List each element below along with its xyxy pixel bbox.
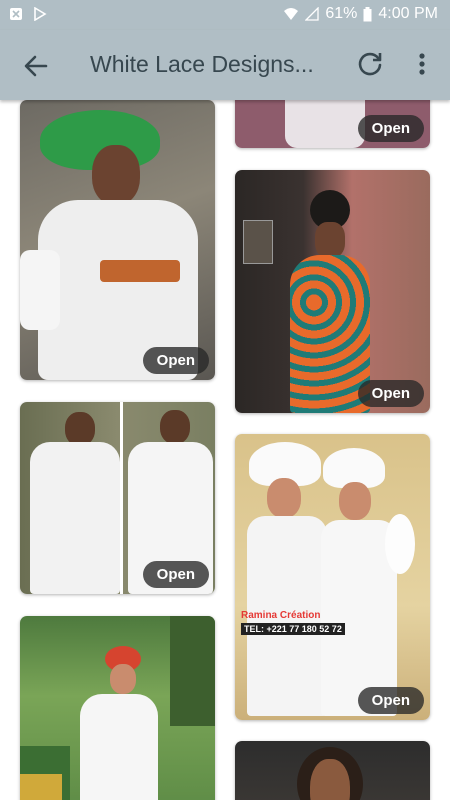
image-card[interactable]: Open <box>20 100 215 380</box>
image-card[interactable] <box>235 741 430 800</box>
open-button[interactable]: Open <box>357 687 424 714</box>
dress-photo <box>235 741 430 800</box>
notification-close-icon <box>10 8 22 20</box>
watermark-phone: TEL: +221 77 180 52 72 <box>241 623 345 635</box>
image-grid[interactable]: Open Open Open Open Ramina Création TEL:… <box>0 100 450 800</box>
wifi-icon <box>284 8 299 20</box>
battery-percent: 61% <box>325 5 358 22</box>
play-store-icon <box>34 7 47 21</box>
refresh-icon[interactable] <box>356 50 384 78</box>
dress-photo <box>235 170 430 413</box>
image-card[interactable]: Open <box>235 170 430 413</box>
status-bar: 61% 4:00 PM <box>0 0 450 30</box>
dress-photo <box>20 100 215 380</box>
open-button[interactable]: Open <box>357 115 424 142</box>
arrow-back-icon[interactable] <box>22 52 50 80</box>
more-vert-icon[interactable] <box>410 50 434 78</box>
page-title: White Lace Designs... <box>90 51 314 77</box>
open-button[interactable]: Open <box>142 347 209 374</box>
dress-photo <box>20 616 215 800</box>
image-card[interactable]: Ramina Création TEL: +221 77 180 52 72 O… <box>235 434 430 720</box>
open-button[interactable]: Open <box>142 561 209 588</box>
dress-photo: Ramina Création TEL: +221 77 180 52 72 <box>235 434 430 720</box>
image-card[interactable]: Open <box>235 100 430 148</box>
image-card[interactable] <box>20 616 215 800</box>
cell-signal-icon <box>305 7 320 21</box>
app-bar: White Lace Designs... <box>0 30 450 100</box>
clock: 4:00 PM <box>378 5 438 22</box>
battery-icon <box>363 6 372 21</box>
image-card[interactable]: Open <box>20 402 215 594</box>
open-button[interactable]: Open <box>357 380 424 407</box>
watermark-brand: Ramina Création <box>241 610 321 621</box>
